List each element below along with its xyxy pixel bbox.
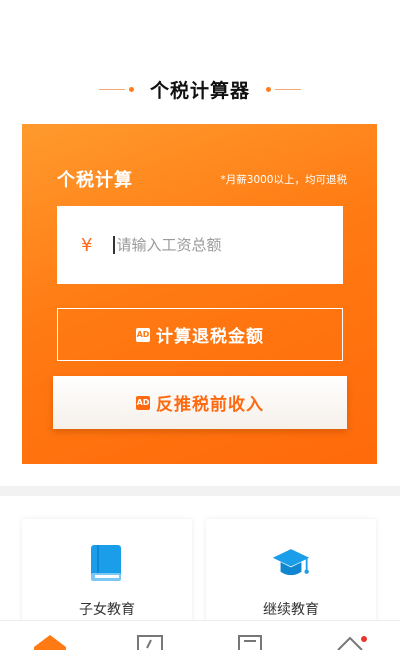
ad-badge-icon: AD [136, 327, 150, 342]
tax-calculator-card: 个税计算 *月薪3000以上，均可退税 ¥ AD 计算退税金额 AD 反推税前收… [22, 124, 377, 464]
nav-house[interactable] [300, 621, 400, 650]
feature-continuing-education[interactable]: 继续教育 [206, 519, 376, 629]
refund-note: *月薪3000以上，均可退税 [220, 173, 347, 186]
title-decoration-right [262, 86, 301, 92]
page-title: 个税计算器 [149, 79, 250, 102]
feature-label: 子女教育 [79, 602, 135, 618]
feature-children-education[interactable]: 子女教育 [22, 519, 192, 629]
bottom-navigation [0, 620, 400, 650]
book-icon [87, 543, 127, 583]
card-title: 个税计算 [57, 170, 133, 191]
card-header: 个税计算 *月薪3000以上，均可退税 [57, 166, 347, 192]
notification-badge [361, 636, 367, 642]
section-divider [0, 486, 400, 496]
calculate-refund-label: 计算退税金额 [156, 327, 264, 347]
salary-input-box[interactable]: ¥ [57, 206, 343, 284]
feature-label: 继续教育 [263, 602, 319, 618]
reverse-pretax-label: 反推税前收入 [156, 395, 264, 415]
reverse-pretax-button[interactable]: AD 反推税前收入 [53, 376, 347, 429]
text-cursor [113, 236, 115, 254]
calculate-refund-button[interactable]: AD 计算退税金额 [57, 308, 343, 361]
title-decoration-left [98, 86, 138, 92]
ad-badge-icon: AD [136, 395, 150, 410]
nav-document[interactable] [200, 621, 300, 650]
salary-input[interactable] [116, 236, 317, 254]
yen-icon: ¥ [81, 234, 93, 256]
page-header: 个税计算器 [0, 72, 400, 106]
document-icon [236, 634, 264, 650]
calculator-icon [136, 634, 164, 650]
graduation-cap-icon [271, 543, 311, 583]
nav-home[interactable] [0, 621, 100, 650]
nav-calculator[interactable] [100, 621, 200, 650]
home-icon [33, 634, 67, 650]
